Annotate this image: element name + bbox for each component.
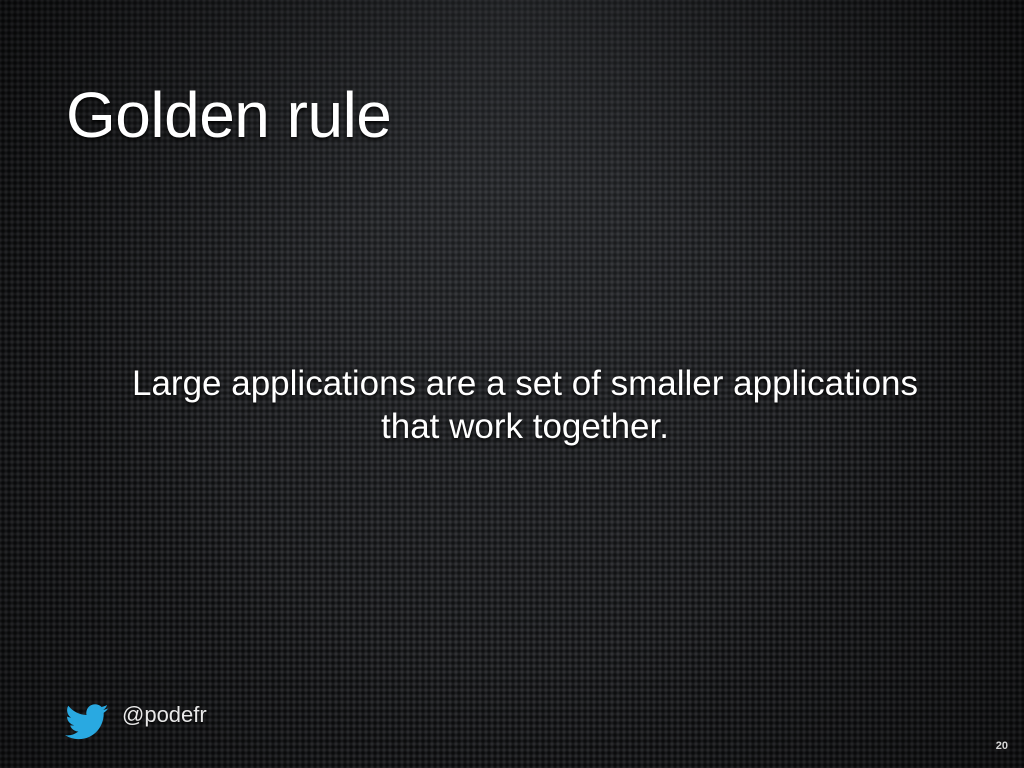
twitter-handle-footer: @podefr bbox=[62, 700, 207, 744]
twitter-handle-text: @podefr bbox=[122, 702, 207, 727]
page-number: 20 bbox=[995, 740, 1008, 752]
slide-title: Golden rule bbox=[66, 79, 392, 151]
slide: Golden rule Large applications are a set… bbox=[0, 0, 1024, 768]
slide-body-text: Large applications are a set of smaller … bbox=[132, 364, 918, 446]
twitter-bird-icon bbox=[62, 700, 112, 744]
